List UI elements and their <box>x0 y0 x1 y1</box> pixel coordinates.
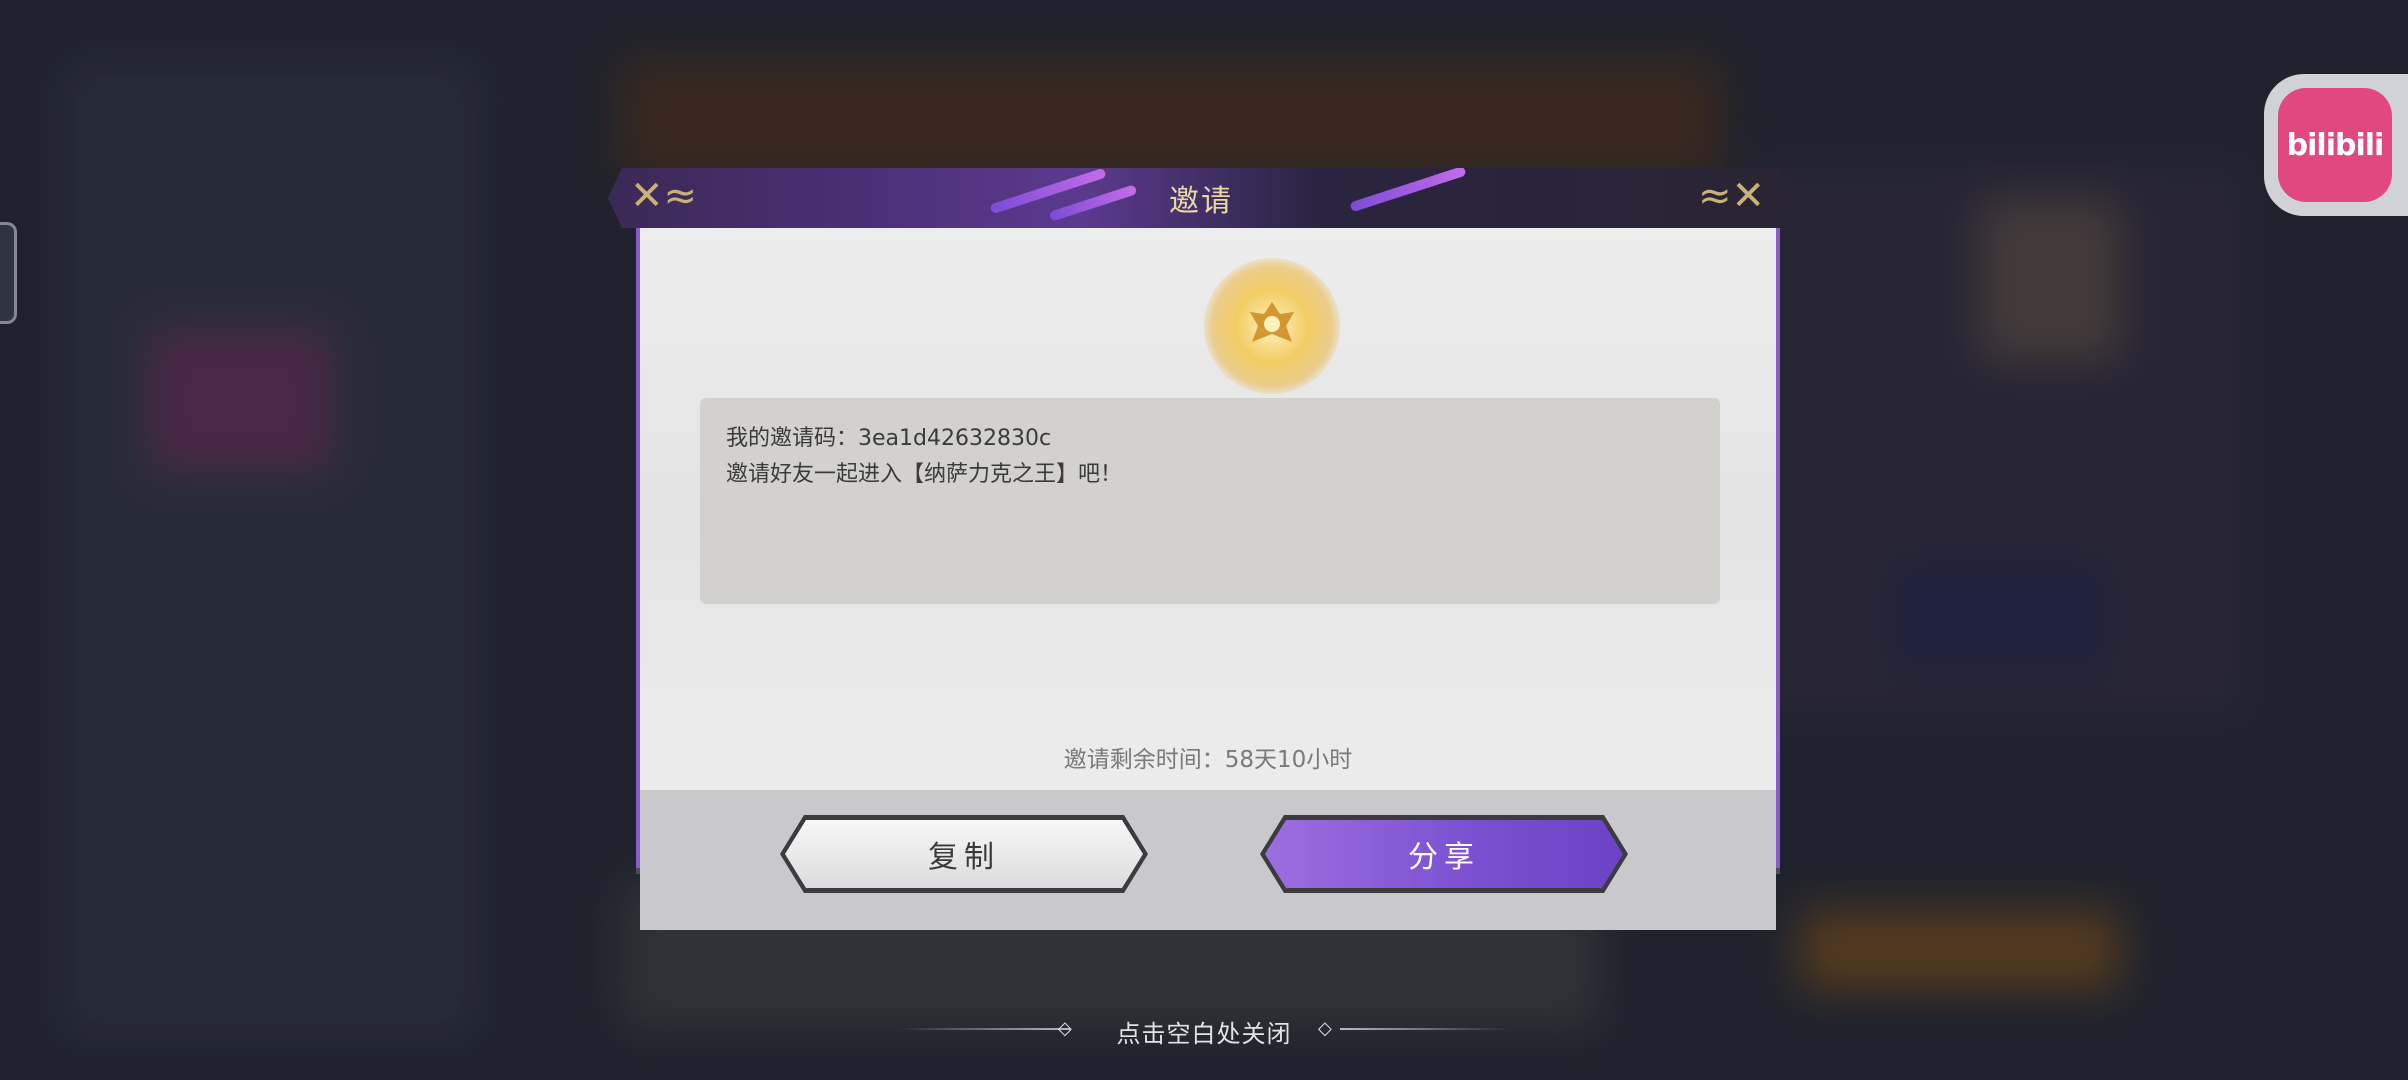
invite-expire-text: 邀请剩余时间：58天10小时 <box>1063 747 1353 773</box>
golden-crest-icon <box>1204 258 1340 394</box>
bilibili-float-button[interactable]: bilibili <box>2278 88 2392 202</box>
button-bar: 复制 分享 <box>640 790 1776 930</box>
share-button-label: 分享 <box>1408 840 1480 875</box>
dialog-title: 邀请 <box>1169 184 1233 219</box>
close-hint-text: 点击空白处关闭 <box>1116 1020 1292 1048</box>
invite-message-text: 邀请好友一起进入【纳萨力克之王】吧！ <box>726 462 1123 487</box>
invite-text-box[interactable]: 我的邀请码：3ea1d42632830c 邀请好友一起进入【纳萨力克之王】吧！ <box>700 398 1720 604</box>
invite-dialog: ✕≈ ≈✕ 邀请 我的邀请码：3ea1d42632830c 邀请好友一起进入【纳… <box>608 162 1794 930</box>
copy-button-label: 复制 <box>928 840 1000 875</box>
copy-button[interactable]: 复制 <box>780 815 1148 893</box>
share-button[interactable]: 分享 <box>1260 815 1628 893</box>
left-edge-handle[interactable] <box>0 222 17 324</box>
dialog-card: 我的邀请码：3ea1d42632830c 邀请好友一起进入【纳萨力克之王】吧！ … <box>636 228 1780 930</box>
close-hint-right-diamond-icon: ◇ <box>1318 1018 1332 1039</box>
bilibili-float-container: bilibili <box>2264 74 2408 216</box>
invite-code-text: 我的邀请码：3ea1d42632830c <box>726 426 1052 451</box>
close-hint-right-line <box>1340 1028 1510 1030</box>
bilibili-logo-icon: bilibili <box>2286 127 2385 163</box>
